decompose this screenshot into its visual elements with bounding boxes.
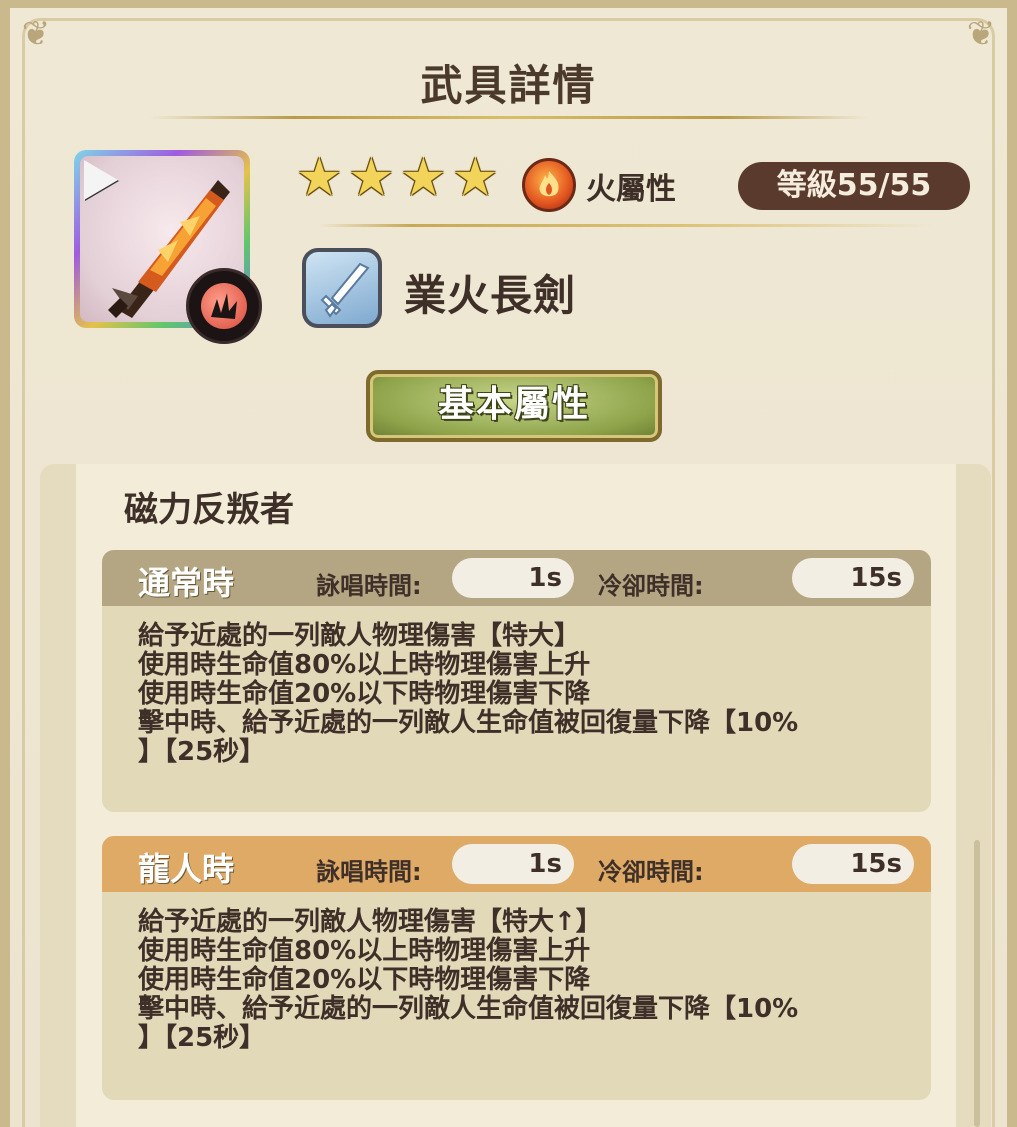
play-icon[interactable] (84, 160, 118, 200)
attribute-label: 火屬性 (586, 172, 676, 207)
scrollbar[interactable] (974, 840, 980, 1127)
skill-dragon-header: 龍人時 詠唱時間: 1s 冷卻時間: 15s (102, 836, 931, 892)
title-divider (150, 116, 867, 119)
corner-ornament-icon: ❦ (966, 14, 996, 54)
skill-normal-section: 通常時 詠唱時間: 1s 冷卻時間: 15s 給予近處的一列敵人物理傷害【特大】… (102, 550, 931, 812)
sword-type-icon (302, 248, 382, 328)
cooldown-label: 冷卻時間: (598, 858, 704, 886)
skill-description: 給予近處的一列敵人物理傷害【特大】 使用時生命值80%以上時物理傷害上升 使用時… (138, 622, 918, 767)
skill-name: 磁力反叛者 (124, 490, 294, 530)
slash-element-icon (186, 268, 262, 344)
cast-time-value: 1s (452, 844, 574, 884)
description-line: 】【25秒】 (138, 1023, 266, 1053)
description-line: 使用時生命值20%以下時物理傷害下降 (138, 679, 591, 709)
skill-dragon-section: 龍人時 詠唱時間: 1s 冷卻時間: 15s 給予近處的一列敵人物理傷害【特大↑… (102, 836, 931, 1100)
star-icon: ★ (296, 148, 343, 208)
cast-time-label: 詠唱時間: (316, 572, 422, 600)
star-icon: ★ (400, 148, 447, 208)
slash-element-core (201, 283, 247, 329)
level-badge: 等級55/55 (738, 162, 970, 210)
cooldown-label: 冷卻時間: (598, 572, 704, 600)
description-line: 】【25秒】 (138, 737, 266, 767)
cooldown-value: 15s (792, 844, 914, 884)
description-line: 擊中時、給予近處的一列敵人生命值被回復量下降【10% (138, 708, 799, 738)
skill-mode-title: 通常時 (138, 564, 235, 602)
star-icon: ★ (348, 148, 395, 208)
corner-ornament-icon: ❦ (21, 14, 51, 54)
cooldown-value: 15s (792, 558, 914, 598)
skill-normal-header: 通常時 詠唱時間: 1s 冷卻時間: 15s (102, 550, 931, 606)
weapon-name: 業火長劍 (404, 271, 577, 320)
description-line: 給予近處的一列敵人物理傷害【特大↑】 (138, 907, 602, 937)
fire-element-icon (522, 158, 576, 212)
description-line: 使用時生命值80%以上時物理傷害上升 (138, 650, 591, 680)
info-divider (318, 224, 935, 227)
description-line: 給予近處的一列敵人物理傷害【特大】 (138, 621, 581, 651)
basic-attributes-button[interactable]: 基本屬性 (366, 370, 662, 442)
page-title: 武具詳情 (420, 61, 597, 110)
skill-description: 給予近處的一列敵人物理傷害【特大↑】 使用時生命值80%以上時物理傷害上升 使用… (138, 908, 918, 1053)
description-line: 擊中時、給予近處的一列敵人生命值被回復量下降【10% (138, 994, 799, 1024)
description-line: 使用時生命值20%以下時物理傷害下降 (138, 965, 591, 995)
rarity-stars: ★ ★ ★ ★ (296, 152, 502, 208)
description-line: 使用時生命值80%以上時物理傷害上升 (138, 936, 591, 966)
cast-time-value: 1s (452, 558, 574, 598)
skill-mode-title: 龍人時 (138, 850, 235, 888)
cast-time-label: 詠唱時間: (316, 858, 422, 886)
star-icon: ★ (452, 148, 499, 208)
